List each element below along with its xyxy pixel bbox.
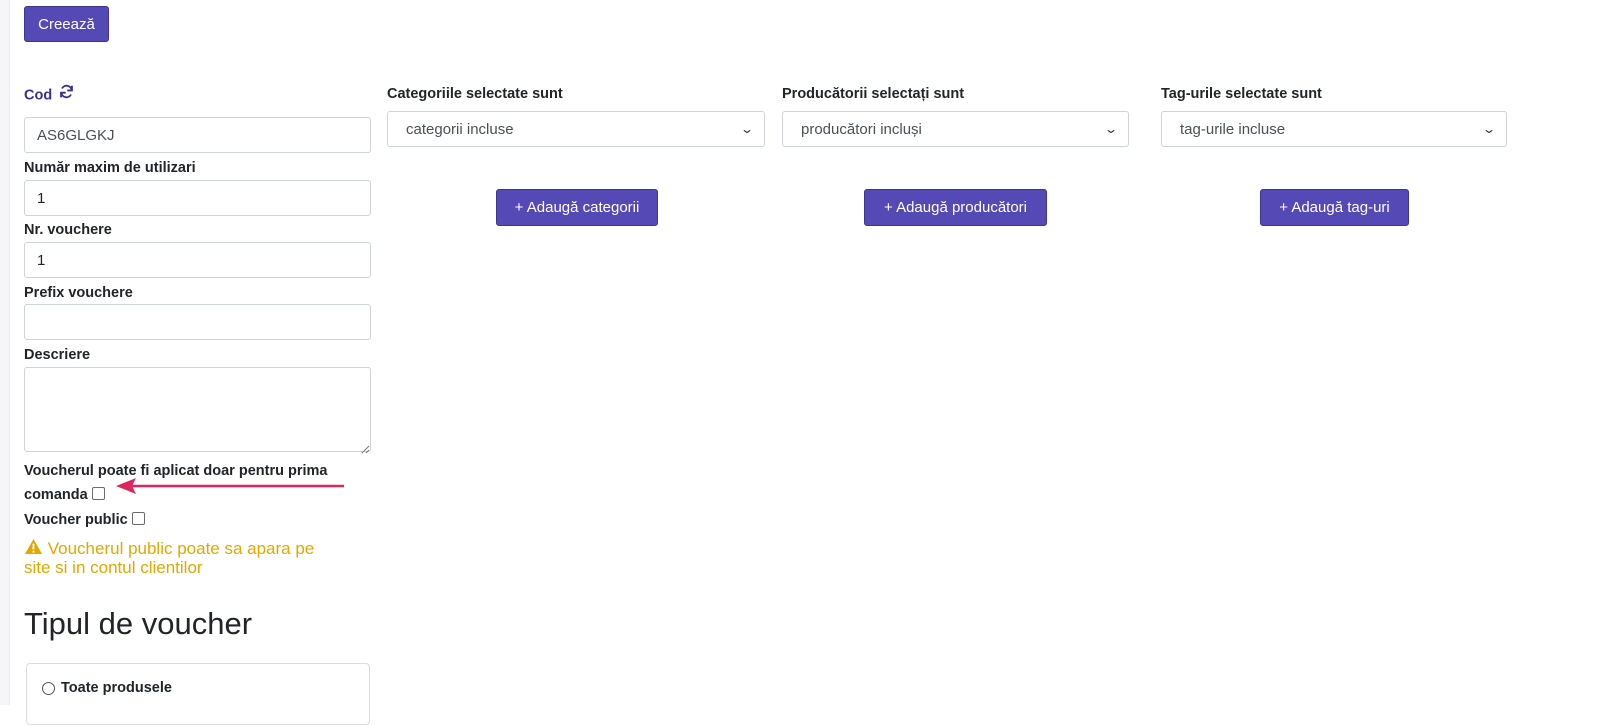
option-all-products-label: Toate produsele <box>61 680 172 696</box>
add-producers-button[interactable]: + Adaugă producători <box>864 189 1047 226</box>
tags-select-value: tag-urile incluse <box>1180 120 1286 138</box>
prefix-label: Prefix vouchere <box>24 285 133 301</box>
tags-label: Tag-urile selectate sunt <box>1161 86 1322 102</box>
categories-label: Categoriile selectate sunt <box>387 86 563 102</box>
annotation-arrow-icon <box>116 478 344 494</box>
add-categories-button[interactable]: + Adaugă categorii <box>496 189 658 226</box>
max-users-input[interactable]: 1 <box>24 180 371 216</box>
public-warning-line1: Voucherul public poate sa apara pe <box>47 539 315 558</box>
vouchers-count-input[interactable]: 1 <box>24 242 371 278</box>
code-label-text: Cod <box>24 87 53 104</box>
warning-icon <box>25 538 42 555</box>
public-warning-line2: site si in contul clientilor <box>24 558 203 577</box>
max-users-label: Număr maxim de utilizari <box>24 160 196 176</box>
producers-select-value: producători incluși <box>801 120 922 138</box>
refresh-icon[interactable] <box>59 84 74 103</box>
code-input[interactable]: AS6GLGKJ <box>24 117 371 153</box>
public-voucher-label: Voucher public <box>24 511 145 528</box>
left-edge-panel <box>0 0 10 705</box>
producers-select[interactable]: producători incluși ⌄ <box>782 111 1129 147</box>
description-label: Descriere <box>24 347 91 363</box>
chevron-down-icon: ⌄ <box>1481 122 1497 136</box>
voucher-type-title: Tipul de voucher <box>24 606 253 641</box>
option-all-products-radio[interactable] <box>42 681 55 695</box>
add-tags-button[interactable]: + Adaugă tag-uri <box>1260 189 1409 226</box>
vouchers-count-label: Nr. vouchere <box>24 222 112 238</box>
public-voucher-label-text: Voucher public <box>24 512 128 528</box>
prefix-input[interactable] <box>24 304 371 340</box>
first-order-label-line2: comanda <box>24 487 88 503</box>
textarea-resize-handle[interactable] <box>361 441 370 454</box>
create-button[interactable]: Creează <box>24 6 109 42</box>
description-textarea[interactable] <box>24 367 371 452</box>
tags-select[interactable]: tag-urile incluse ⌄ <box>1161 111 1507 147</box>
categories-select[interactable]: categorii incluse ⌄ <box>387 111 765 147</box>
voucher-type-card: Toate produsele <box>26 663 370 725</box>
first-order-checkbox[interactable] <box>91 486 105 500</box>
categories-select-value: categorii incluse <box>406 120 514 138</box>
code-label: Cod <box>24 84 74 105</box>
producers-label: Producătorii selectați sunt <box>782 86 965 102</box>
chevron-down-icon: ⌄ <box>739 122 755 136</box>
public-voucher-checkbox[interactable] <box>131 511 145 525</box>
option-all-products[interactable]: Toate produsele <box>42 680 172 696</box>
chevron-down-icon: ⌄ <box>1103 122 1119 136</box>
public-warning: Voucherul public poate sa apara pe site … <box>24 538 364 577</box>
